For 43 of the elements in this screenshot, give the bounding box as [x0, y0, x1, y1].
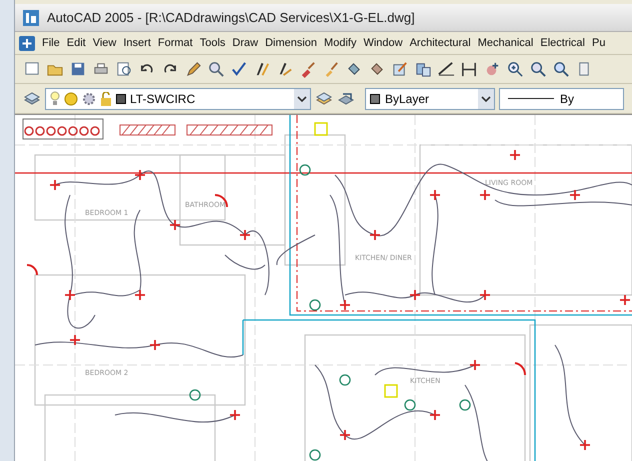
brush-icon[interactable]: [299, 60, 317, 78]
check-icon[interactable]: [230, 60, 248, 78]
gear-icon: [82, 92, 96, 106]
menu-item[interactable]: Electrical: [540, 34, 585, 52]
menu-item[interactable]: Draw: [232, 34, 258, 52]
linetype-sample: [508, 98, 554, 99]
zoom-in-icon[interactable]: [506, 60, 524, 78]
layers-icon[interactable]: [315, 90, 333, 108]
save-icon[interactable]: [69, 60, 87, 78]
menu-item[interactable]: Window: [363, 34, 403, 52]
window-title: AutoCAD 2005 - [R:\CADdrawings\CAD Services\X1-G-EL.dwg]: [47, 8, 415, 27]
app-icon: [23, 10, 39, 26]
dimension-icon[interactable]: [460, 60, 478, 78]
menu-item[interactable]: File: [42, 34, 60, 52]
ruler-icon[interactable]: [437, 60, 455, 78]
linetype-dropdown[interactable]: By: [499, 88, 624, 110]
menu-item[interactable]: Tools: [200, 34, 226, 52]
color-dropdown[interactable]: ByLayer: [365, 88, 495, 110]
sun-icon: [64, 92, 78, 106]
layer-dropdown[interactable]: LT-SWCIRC: [45, 88, 311, 110]
padlock-icon: [100, 92, 112, 106]
menu-item[interactable]: Mechanical: [478, 34, 534, 52]
linetype-name: By: [560, 90, 574, 108]
layers-icon[interactable]: [23, 90, 41, 108]
menu-item[interactable]: Edit: [66, 34, 86, 52]
layer-name: LT-SWCIRC: [130, 90, 196, 108]
menu-item[interactable]: Architectural: [410, 34, 471, 52]
menu-item[interactable]: Modify: [324, 34, 356, 52]
edit-icon[interactable]: [391, 60, 409, 78]
magnifier-icon[interactable]: [115, 60, 133, 78]
magnifier-icon[interactable]: [207, 60, 225, 78]
menu-item[interactable]: Pu: [592, 34, 606, 52]
menu-item[interactable]: Dimension: [265, 34, 318, 52]
color-swatch: [370, 94, 380, 104]
zoom-icon[interactable]: [529, 60, 547, 78]
color-name: ByLayer: [385, 90, 430, 108]
menu-item[interactable]: View: [92, 34, 116, 52]
menu-item[interactable]: Insert: [123, 34, 151, 52]
zoom-icon[interactable]: [552, 60, 570, 78]
lightbulb-icon: [50, 91, 60, 106]
layer-color-swatch: [116, 94, 126, 104]
menu-item[interactable]: Format: [158, 34, 193, 52]
pencil-icon[interactable]: [184, 60, 202, 78]
